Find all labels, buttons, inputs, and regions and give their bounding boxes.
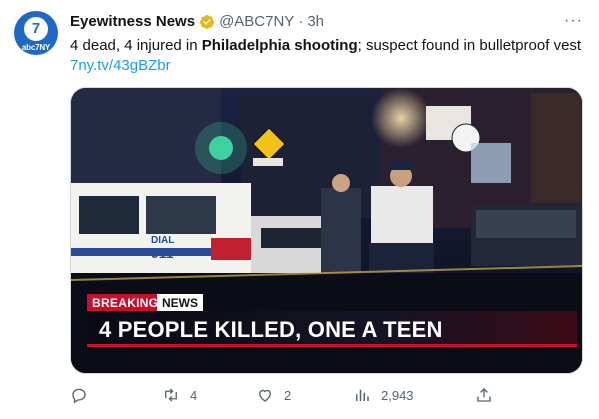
- avatar-logo-mark: 7: [24, 16, 48, 41]
- tweet-card[interactable]: 7 abc7NY Eyewitness News @ABC7NY · 3h ··…: [0, 0, 599, 419]
- headline-text: 4 PEOPLE KILLED, ONE A TEEN: [99, 317, 443, 342]
- news-tag: NEWS: [157, 294, 203, 312]
- account-avatar[interactable]: 7 abc7NY: [14, 11, 58, 55]
- tweet-text-bold: Philadelphia shooting: [201, 37, 358, 54]
- retweet-count: 4: [190, 387, 198, 403]
- reply-button[interactable]: [70, 386, 98, 404]
- account-handle[interactable]: @ABC7NY: [219, 13, 294, 30]
- views-button[interactable]: 2,943: [353, 386, 414, 404]
- more-options-icon[interactable]: ···: [564, 12, 583, 30]
- breaking-tag: BREAKING: [87, 294, 164, 312]
- retweet-icon: [165, 388, 177, 402]
- vehicle-text-number: 911: [151, 245, 174, 261]
- headline-banner: 4 PEOPLE KILLED, ONE A TEEN: [87, 311, 577, 347]
- share-button[interactable]: [475, 386, 493, 404]
- tweet-link[interactable]: 7ny.tv/43gBZbr: [70, 57, 171, 74]
- tweet-text-part1: 4 dead, 4 injured in: [70, 37, 202, 54]
- tweet-header: Eyewitness News @ABC7NY · 3h: [70, 13, 324, 30]
- avatar-brand-text: abc7NY: [21, 42, 51, 52]
- timestamp[interactable]: 3h: [307, 13, 324, 30]
- separator-dot: ·: [298, 13, 304, 30]
- share-icon: [477, 388, 491, 402]
- reply-icon: [72, 388, 86, 404]
- like-count: 2: [284, 387, 292, 403]
- verified-badge-icon: [200, 14, 215, 29]
- retweet-button[interactable]: 4: [162, 386, 197, 404]
- tweet-media-image[interactable]: DIAL 911 BREAKING NEWS 4 PEOPLE KILLED, …: [70, 87, 583, 374]
- heart-icon: [259, 389, 271, 402]
- display-name[interactable]: Eyewitness News: [70, 13, 195, 30]
- tweet-actions-bar: 4 2 2,943: [70, 386, 500, 410]
- tweet-text: 4 dead, 4 injured in Philadelphia shooti…: [70, 36, 585, 76]
- views-count: 2,943: [381, 387, 414, 403]
- views-chart-icon: [356, 389, 369, 401]
- tweet-text-part2: ; suspect found in bulletproof vest: [357, 37, 582, 54]
- like-button[interactable]: 2: [256, 386, 291, 404]
